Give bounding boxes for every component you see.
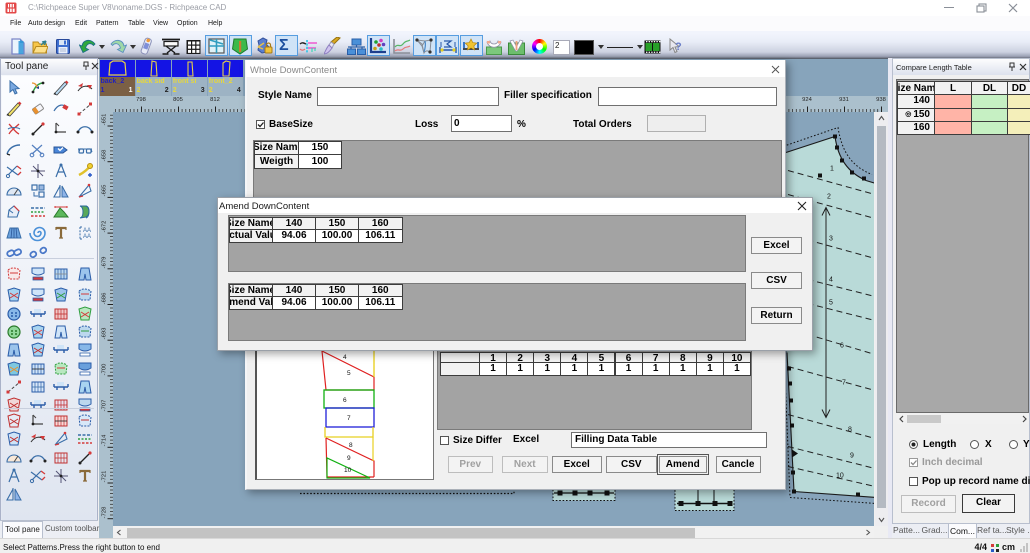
svg-text:4: 4 — [829, 276, 833, 283]
svg-text:7: 7 — [347, 415, 351, 422]
svg-text:1: 1 — [830, 165, 834, 172]
svg-text:8: 8 — [349, 442, 353, 449]
svg-text:10: 10 — [344, 467, 352, 474]
svg-text:4: 4 — [343, 354, 347, 361]
svg-text:?: ? — [675, 41, 682, 53]
svg-text:9: 9 — [347, 455, 351, 462]
svg-text:3: 3 — [829, 235, 833, 242]
svg-text:10: 10 — [836, 472, 844, 479]
svg-text:AA: AA — [83, 234, 91, 240]
svg-text:9: 9 — [850, 452, 854, 459]
svg-text:8: 8 — [848, 426, 852, 433]
svg-text:6: 6 — [343, 397, 347, 404]
svg-text:6: 6 — [840, 342, 844, 349]
svg-text:2: 2 — [827, 193, 831, 200]
svg-text:5: 5 — [347, 370, 351, 377]
svg-text:7: 7 — [842, 379, 846, 386]
svg-text:5: 5 — [829, 299, 833, 306]
